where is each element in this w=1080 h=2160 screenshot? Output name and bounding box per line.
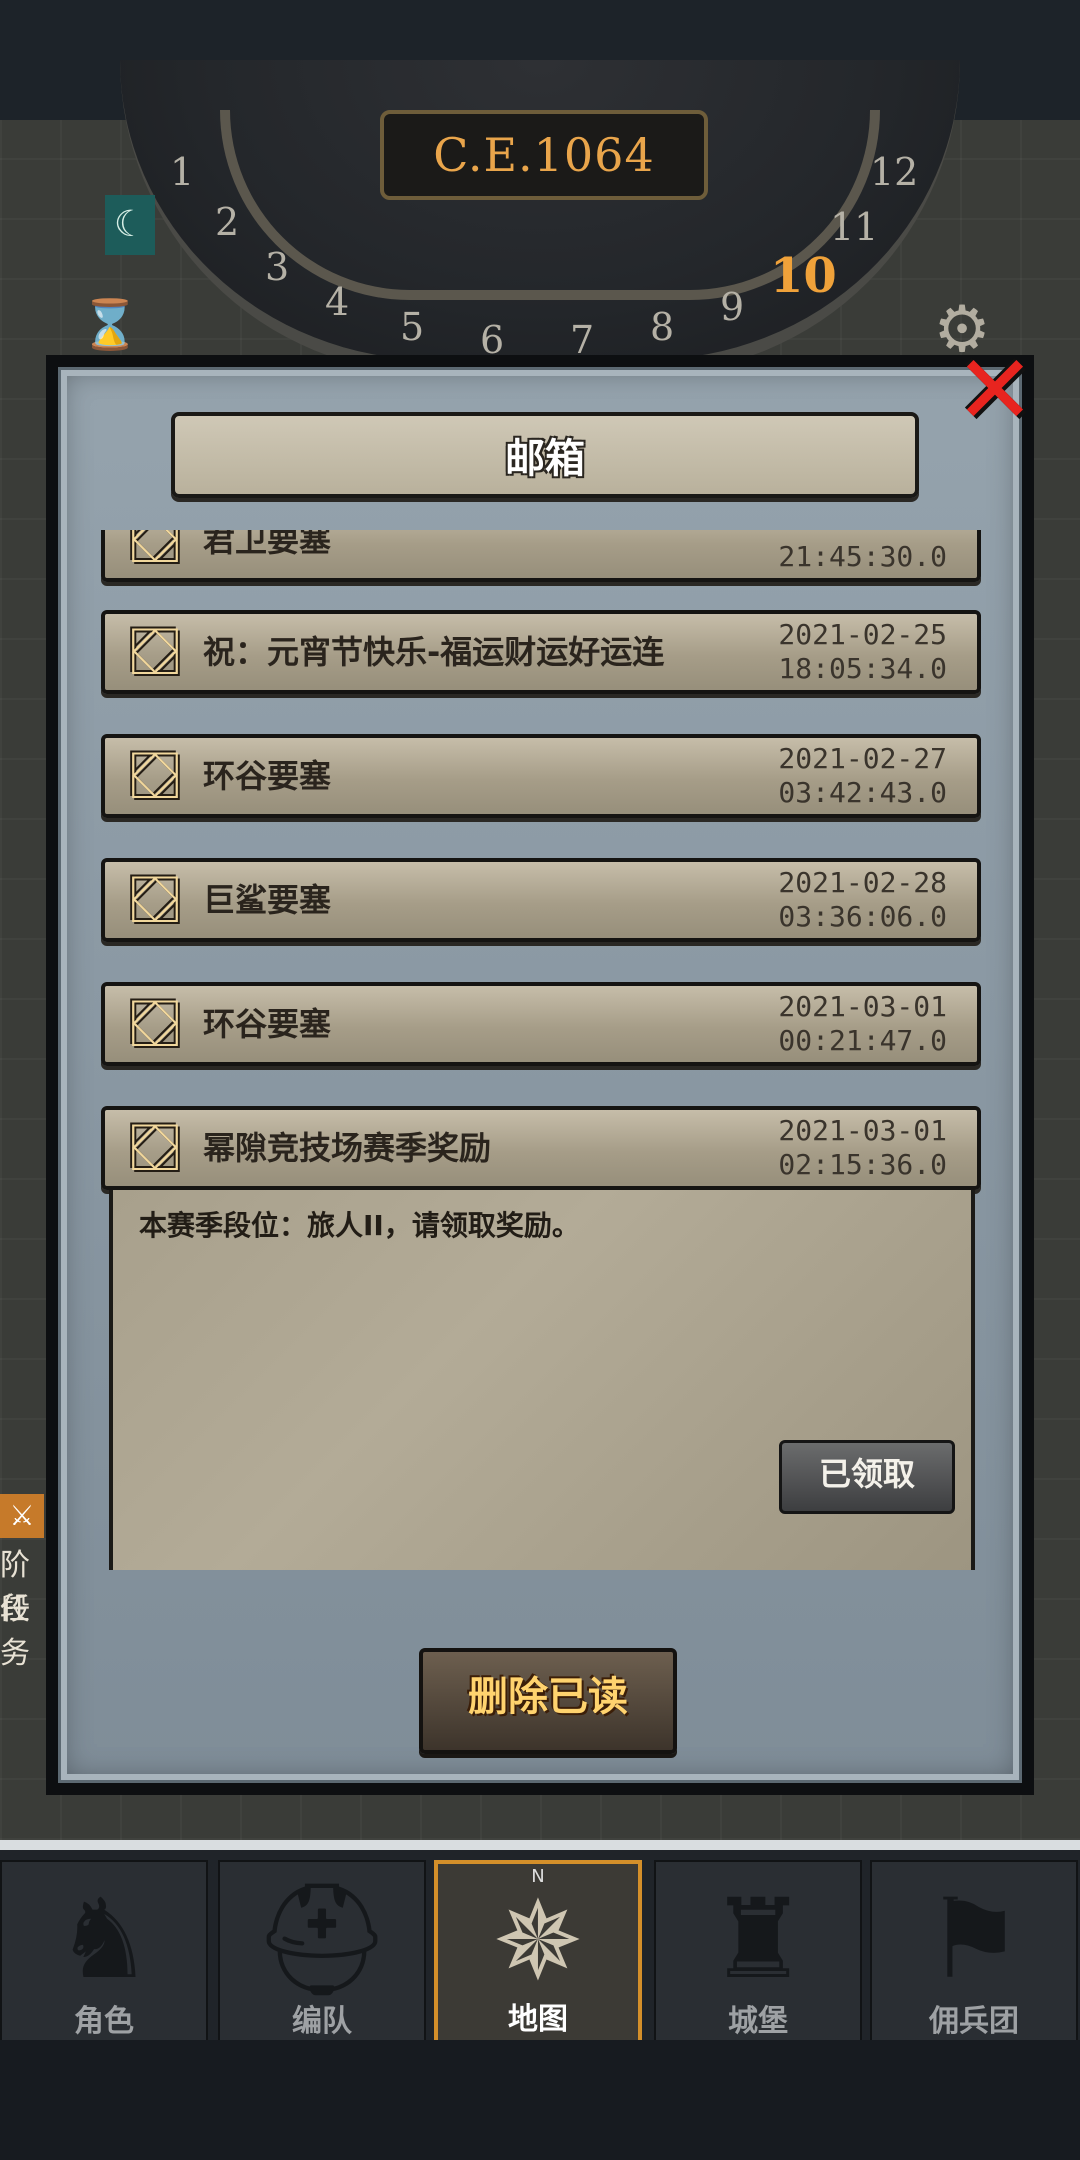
knight-icon: ♞ [54, 1875, 154, 2003]
mail-subject: 环谷要塞 [203, 1005, 332, 1043]
mail-date: 2021-03-01 [778, 990, 947, 1023]
chest-icon: ⛋ [129, 737, 181, 814]
mail-subject: 幂隙竞技场赛季奖励 [203, 1129, 492, 1167]
month-1: 1 [170, 150, 195, 194]
mail-body: 本赛季段位：旅人II，请领取奖励。 已领取 [109, 1190, 975, 1570]
mail-subject: 环谷要塞 [203, 757, 332, 795]
month-2: 2 [215, 200, 240, 244]
claimed-button[interactable]: 已领取 [779, 1440, 955, 1514]
nav-label: 佣兵团 [929, 2004, 1019, 2039]
mail-item[interactable]: ⛋ 巨鲨要塞 2021-02-28 03:36:06.0 [101, 858, 981, 942]
nav-label: 地图 [508, 2002, 568, 2037]
mail-item[interactable]: ⛋ 环谷要塞 2021-02-27 03:42:43.0 [101, 734, 981, 818]
chest-icon: ⛋ [129, 530, 181, 578]
mail-time: 21:45:30.0 [778, 540, 947, 573]
mail-date: 2021-02-27 [778, 742, 947, 775]
mail-subject: 祝：元宵节快乐-福运财运好运连 [203, 633, 665, 671]
bottom-nav: ♞ 角色 ⛑ 编队 N ✵ 地图 ♜ 城堡 ⚑ 佣兵团 [0, 1840, 1080, 2050]
nav-tab-formation[interactable]: ⛑ 编队 [218, 1860, 426, 2046]
mail-item-expanded[interactable]: ⛋ 幂隙竞技场赛季奖励 2021-03-01 02:15:36.0 [101, 1106, 981, 1190]
mailbox-panel: 邮箱 ⛋ 君卫要塞 21:45:30.0 ⛋ 祝：元宵节快乐-福运财运好运连 2… [58, 367, 1022, 1783]
mail-time: 18:05:34.0 [778, 652, 947, 685]
compass-icon: ✵ [491, 1877, 585, 2005]
title-plate: 邮箱 [171, 412, 919, 498]
mail-subject: 巨鲨要塞 [203, 881, 332, 919]
month-11: 11 [830, 205, 879, 249]
chest-icon: ⛋ [129, 613, 181, 690]
mail-time: 00:21:47.0 [778, 1024, 947, 1057]
side-label-task: 任务 [0, 1592, 30, 1671]
month-9: 9 [720, 285, 745, 329]
chest-icon: ⛋ [129, 1109, 181, 1186]
era-text: C.E.1064 [433, 128, 655, 182]
castle-icon: ♜ [708, 1875, 808, 2003]
mail-item[interactable]: ⛋ 祝：元宵节快乐-福运财运好运连 2021-02-25 18:05:34.0 [101, 610, 981, 694]
nav-label: 角色 [74, 2004, 134, 2039]
nav-tab-map[interactable]: N ✵ 地图 [434, 1860, 642, 2046]
hourglass-icon[interactable]: ⌛ [80, 295, 140, 355]
nav-tab-character[interactable]: ♞ 角色 [0, 1860, 208, 2046]
close-icon[interactable]: ✕ [950, 342, 1040, 438]
mail-date: 2021-03-01 [778, 1114, 947, 1147]
mail-time: 03:36:06.0 [778, 900, 947, 933]
month-12: 12 [870, 150, 919, 194]
mail-time: 03:42:43.0 [778, 776, 947, 809]
banner-icon: ⚑ [924, 1875, 1024, 2003]
month-3: 3 [265, 245, 290, 289]
month-5: 5 [400, 305, 425, 349]
delete-read-button[interactable]: 删除已读 [419, 1648, 677, 1754]
chest-icon: ⛋ [129, 985, 181, 1062]
mail-item[interactable]: ⛋ 环谷要塞 2021-03-01 00:21:47.0 [101, 982, 981, 1066]
helmet-icon: ⛑ [252, 1875, 392, 2003]
mail-item[interactable]: ⛋ 君卫要塞 21:45:30.0 [101, 530, 981, 582]
mail-date: 2021-02-28 [778, 866, 947, 899]
month-4: 4 [325, 280, 350, 324]
quest-sword-icon[interactable]: ⚔ [0, 1494, 44, 1538]
moon-icon[interactable]: ☾ [105, 195, 155, 255]
bottom-strip [0, 2040, 1080, 2160]
nav-label: 城堡 [728, 2004, 788, 2039]
mail-body-text: 本赛季段位：旅人II，请领取奖励。 [139, 1209, 580, 1242]
nav-label: 编队 [292, 2004, 352, 2039]
month-10-current: 10 [770, 248, 837, 304]
mail-time: 02:15:36.0 [778, 1148, 947, 1181]
era-plate: C.E.1064 [380, 110, 708, 200]
mail-subject: 君卫要塞 [203, 530, 332, 559]
mailbox-modal: 邮箱 ⛋ 君卫要塞 21:45:30.0 ⛋ 祝：元宵节快乐-福运财运好运连 2… [46, 342, 1035, 1795]
nav-tab-castle[interactable]: ♜ 城堡 [654, 1860, 862, 2046]
nav-tab-mercenaries[interactable]: ⚑ 佣兵团 [870, 1860, 1078, 2046]
month-8: 8 [650, 305, 675, 349]
mail-list[interactable]: ⛋ 君卫要塞 21:45:30.0 ⛋ 祝：元宵节快乐-福运财运好运连 2021… [101, 530, 981, 1570]
mail-date: 2021-02-25 [778, 618, 947, 651]
chest-icon: ⛋ [129, 861, 181, 938]
mailbox-title: 邮箱 [505, 436, 585, 482]
